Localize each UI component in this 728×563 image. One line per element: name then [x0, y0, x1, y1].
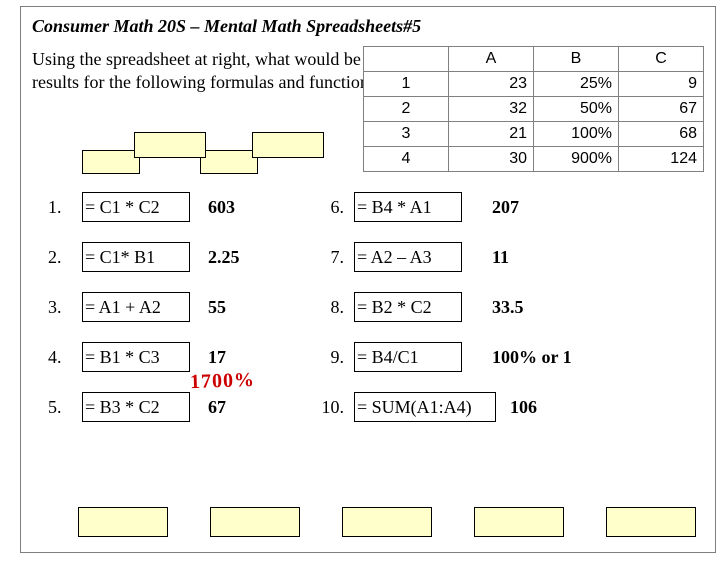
formula-box: = SUM(A1:A4): [354, 392, 496, 422]
question-number: 5.: [48, 397, 82, 418]
cell: 100%: [534, 122, 619, 147]
handwritten-correction: 1700%: [190, 369, 256, 394]
decorative-boxes-top: [88, 138, 324, 174]
cell: 68: [619, 122, 704, 147]
question-number: 7.: [300, 247, 354, 268]
question-row: 1. = C1 * C2 603 6. = B4 * A1 207: [48, 192, 698, 222]
question-row: 2. = C1* B1 2.25 7. = A2 – A3 11: [48, 242, 698, 272]
formula-box: = B2 * C2: [354, 292, 462, 322]
yellow-box: [134, 132, 206, 158]
formula-box: = C1* B1: [82, 242, 190, 272]
formula-box: = B3 * C2: [82, 392, 190, 422]
formula-box: = A1 + A2: [82, 292, 190, 322]
decorative-boxes-bottom: [78, 507, 696, 537]
cell: 21: [449, 122, 534, 147]
col-header-b: B: [534, 47, 619, 72]
answer: 2.25: [190, 247, 300, 268]
yellow-box: [474, 507, 564, 537]
yellow-box: [606, 507, 696, 537]
answer: 106: [496, 397, 537, 418]
sheet-corner: [364, 47, 449, 72]
question-number: 2.: [48, 247, 82, 268]
answer: 55: [190, 297, 300, 318]
question-row: 3. = A1 + A2 55 8. = B2 * C2 33.5: [48, 292, 698, 322]
answer: 67: [190, 397, 300, 418]
cell: 900%: [534, 147, 619, 172]
cell: 50%: [534, 97, 619, 122]
yellow-box: [252, 132, 324, 158]
intro-text: Using the spreadsheet at right, what wou…: [32, 48, 392, 95]
yellow-box: [210, 507, 300, 537]
yellow-box: [82, 150, 140, 174]
row-header: 4: [364, 147, 449, 172]
answer: 11: [462, 247, 509, 268]
question-number: 10.: [300, 397, 354, 418]
answer: 207: [462, 197, 519, 218]
cell: 32: [449, 97, 534, 122]
question-number: 9.: [300, 347, 354, 368]
question-row: 4. = B1 * C3 17 9. = B4/C1 100% or 1: [48, 342, 698, 372]
question-number: 3.: [48, 297, 82, 318]
row-header: 1: [364, 72, 449, 97]
formula-box: = B4 * A1: [354, 192, 462, 222]
yellow-box: [342, 507, 432, 537]
formula-box: = B1 * C3: [82, 342, 190, 372]
col-header-a: A: [449, 47, 534, 72]
answer: 603: [190, 197, 300, 218]
question-number: 4.: [48, 347, 82, 368]
cell: 124: [619, 147, 704, 172]
formula-box: = C1 * C2: [82, 192, 190, 222]
cell: 25%: [534, 72, 619, 97]
row-header: 2: [364, 97, 449, 122]
cell: 9: [619, 72, 704, 97]
answer: 17: [190, 347, 300, 368]
page-title: Consumer Math 20S – Mental Math Spreadsh…: [32, 16, 421, 37]
question-number: 1.: [48, 197, 82, 218]
formula-box: = B4/C1: [354, 342, 462, 372]
question-number: 8.: [300, 297, 354, 318]
col-header-c: C: [619, 47, 704, 72]
question-row: 5. = B3 * C2 67 10. = SUM(A1:A4) 106: [48, 392, 698, 422]
question-number: 6.: [300, 197, 354, 218]
cell: 67: [619, 97, 704, 122]
answer: 33.5: [462, 297, 524, 318]
answer: 100% or 1: [462, 347, 572, 368]
spreadsheet: A B C 1 23 25% 9 2 32 50% 67 3 21 100% 6…: [363, 46, 704, 172]
yellow-box: [200, 150, 258, 174]
worksheet-page: Consumer Math 20S – Mental Math Spreadsh…: [0, 0, 728, 563]
questions-area: 1. = C1 * C2 603 6. = B4 * A1 207 2. = C…: [48, 192, 698, 442]
cell: 30: [449, 147, 534, 172]
formula-box: = A2 – A3: [354, 242, 462, 272]
yellow-box: [78, 507, 168, 537]
cell: 23: [449, 72, 534, 97]
row-header: 3: [364, 122, 449, 147]
